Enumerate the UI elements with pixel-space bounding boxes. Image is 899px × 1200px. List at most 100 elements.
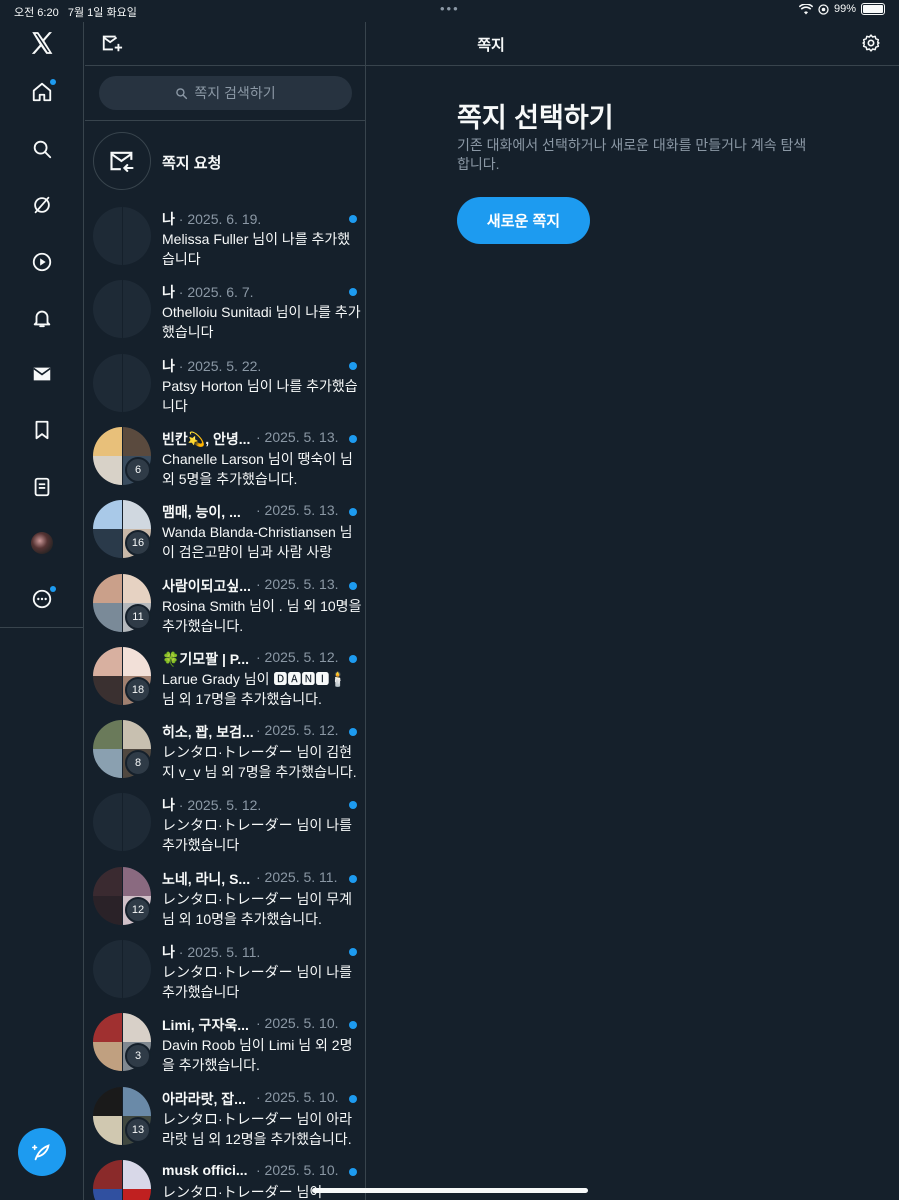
avatar bbox=[93, 940, 151, 998]
compose-button[interactable] bbox=[18, 1128, 66, 1176]
conversation-preview: Wanda Blanda-Christiansen 님이 검은고먐이 님과 사람… bbox=[162, 524, 353, 561]
search-icon[interactable] bbox=[26, 133, 58, 165]
grok-icon[interactable] bbox=[26, 189, 58, 221]
new-message-icon[interactable] bbox=[101, 32, 123, 59]
conversation-date: · 2025. 5. 22. bbox=[178, 357, 262, 374]
conversation-date: · 2025. 5. 12. bbox=[256, 722, 339, 739]
conversation-date: · 2025. 5. 13. bbox=[256, 575, 339, 592]
new-message-button[interactable]: 새로운 쪽지 bbox=[457, 197, 590, 244]
conversation-header: 아라라랏, 잡... bbox=[162, 1089, 254, 1109]
conversation-name: 사람이되고싶... bbox=[162, 577, 251, 594]
conversation-header: 히소, 꽙, 보검... bbox=[162, 722, 254, 742]
avatar bbox=[93, 353, 151, 412]
conversation-item[interactable]: · 2025. 5. 10. musk offici... レンタロ·トレーダー 님… bbox=[85, 1156, 365, 1200]
more-icon[interactable] bbox=[26, 583, 58, 615]
conversation-preview: Melissa Fuller 님이 나를 추가했습니다 bbox=[162, 231, 351, 267]
profile-avatar[interactable] bbox=[26, 527, 58, 559]
group-avatar bbox=[93, 1159, 151, 1200]
main-header: 쪽지 bbox=[366, 22, 899, 66]
search-input[interactable]: 쪽지 검색하기 bbox=[99, 76, 352, 110]
conversation-item[interactable]: 나 · 2025. 5. 11. レンタロ·トレーダー 님이 나를 추가했습니다 bbox=[85, 936, 365, 1009]
conversation-preview: Rosina Smith 님이 . 님 외 10명을 추가했습니다. bbox=[162, 597, 362, 634]
unread-dot bbox=[349, 801, 357, 810]
conversation-header: 나 · 2025. 6. 7. bbox=[162, 282, 342, 302]
avatar bbox=[93, 207, 151, 265]
conversation-item[interactable]: 18 · 2025. 5. 12. 🍀기모팔 | P... Larue Grady 님… bbox=[85, 643, 365, 716]
conversation-date: · 2025. 5. 11. bbox=[178, 944, 261, 960]
multitasking-dots[interactable]: ••• bbox=[440, 1, 460, 16]
conversation-item[interactable]: 6 · 2025. 5. 13. 빈칸💫, 안녕... Chanelle Larson… bbox=[85, 423, 365, 496]
list-icon[interactable] bbox=[26, 471, 58, 503]
conversation-item[interactable]: 11 · 2025. 5. 13. 사람이되고싶... Rosina Smith 님이… bbox=[85, 570, 365, 643]
x-logo-icon[interactable] bbox=[26, 27, 58, 59]
member-count-badge: 16 bbox=[125, 530, 151, 557]
conversation-preview: Chanelle Larson 님이 땡숙이 님 외 5명을 추가했습니다. bbox=[162, 450, 353, 487]
conversation-item[interactable]: 16 · 2025. 5. 13. 맴매, 능이, ... Wanda Blanda-… bbox=[85, 496, 365, 569]
conversation-header: 노네, 라니, S... bbox=[162, 869, 254, 889]
conversation-date: · 2025. 5. 10. bbox=[256, 1088, 339, 1105]
conversation-name: musk offici... bbox=[162, 1161, 248, 1178]
conversation-name: 나 bbox=[162, 284, 175, 301]
conversation-item[interactable]: 3 · 2025. 5. 10. Limi, 구자욱... Davin Roob 님이… bbox=[85, 1009, 365, 1082]
search-icon bbox=[176, 87, 188, 99]
avatar bbox=[93, 793, 151, 852]
unread-dot bbox=[349, 1094, 357, 1103]
unread-dot bbox=[349, 1167, 357, 1176]
play-icon[interactable] bbox=[26, 246, 58, 278]
home-indicator[interactable] bbox=[312, 1188, 588, 1193]
avatar bbox=[31, 532, 53, 554]
conversation-header: 맴매, 능이, ... bbox=[162, 502, 254, 522]
unread-dot bbox=[349, 1021, 357, 1030]
message-requests-item[interactable]: 쪽지 요청 bbox=[85, 128, 365, 192]
conversation-item[interactable]: 나 · 2025. 5. 12. レンタロ·トレーダー 님이 나를 추가했습니다 bbox=[85, 789, 365, 862]
status-bar: 오전 6:20 7월 1일 화요일 ••• 99% bbox=[0, 0, 899, 22]
conversation-date: · 2025. 5. 11. bbox=[256, 868, 338, 885]
conversation-name: 노네, 라니, S... bbox=[162, 870, 251, 887]
member-count-badge: 13 bbox=[125, 1116, 151, 1143]
conversation-preview: Davin Roob 님이 Limi 님 외 2명을 추가했습니다. bbox=[162, 1037, 353, 1074]
avatar bbox=[93, 280, 151, 339]
unread-dot bbox=[349, 654, 357, 663]
message-requests-icon bbox=[93, 132, 151, 190]
conversation-header: 나 · 2025. 6. 19. bbox=[162, 209, 342, 229]
conversation-item[interactable]: 나 · 2025. 6. 7. Othelloiu Sunitadi 님이 나를 … bbox=[85, 276, 365, 349]
conversation-header: 나 · 2025. 5. 22. bbox=[162, 356, 342, 376]
conversation-header: 빈칸💫, 안녕... bbox=[162, 429, 254, 449]
conversation-item[interactable]: 나 · 2025. 5. 22. Patsy Horton 님이 나를 추가했습니… bbox=[85, 350, 365, 423]
main-panel: 쪽지 쪽지 선택하기 기존 대화에서 선택하거나 새로운 대화를 만들거나 계속… bbox=[366, 22, 899, 1200]
member-count-badge: 11 bbox=[125, 603, 151, 630]
unread-dot bbox=[349, 728, 357, 737]
status-time: 오전 6:20 7월 1일 화요일 bbox=[14, 7, 137, 19]
nav-rail bbox=[0, 22, 84, 1200]
conversation-name: 🍀기모팔 | P... bbox=[162, 650, 249, 667]
bell-icon[interactable] bbox=[26, 302, 58, 334]
unread-dot bbox=[349, 215, 357, 223]
empty-state-title: 쪽지 선택하기 bbox=[457, 103, 614, 133]
conversation-name: 아라라랏, 잡... bbox=[162, 1090, 246, 1107]
location-icon bbox=[818, 3, 829, 15]
conversation-item[interactable]: 12 · 2025. 5. 11. 노네, 라니, S... レンタロ·トレーダー 님… bbox=[85, 863, 365, 936]
conversation-header: 사람이되고싶... bbox=[162, 576, 254, 596]
battery-percent: 99% bbox=[833, 3, 856, 15]
empty-state-subtitle: 기존 대화에서 선택하거나 새로운 대화를 만들거나 계속 탐색합니다. bbox=[457, 137, 807, 172]
conversation-date: · 2025. 5. 10. bbox=[256, 1015, 339, 1032]
unread-dot bbox=[349, 288, 357, 297]
conversation-item[interactable]: 13 · 2025. 5. 10. 아라라랏, 잡... レンタロ·トレーダー 님이 … bbox=[85, 1083, 365, 1156]
conversation-item[interactable]: 8 · 2025. 5. 12. 히소, 꽙, 보검... レンタロ·トレーダー 님이… bbox=[85, 716, 365, 789]
bookmark-icon[interactable] bbox=[26, 414, 58, 446]
envelope-icon[interactable] bbox=[26, 358, 58, 390]
conversation-preview: レンタロ·トレーダー 님이 아라라랏 님 외 12명을 추가했습니다. bbox=[162, 1110, 352, 1147]
member-count-badge: 6 bbox=[125, 456, 151, 483]
conversation-name: 나 bbox=[162, 211, 175, 227]
list-divider bbox=[85, 120, 365, 121]
conversation-preview: レンタロ·トレーダー 님이 무계 님 외 10명을 추가했습니다. bbox=[162, 890, 352, 927]
unread-dot bbox=[349, 361, 357, 370]
unread-dot bbox=[349, 874, 357, 883]
unread-dot bbox=[349, 948, 357, 956]
conversation-name: 나 bbox=[162, 797, 175, 814]
more-notification-dot bbox=[50, 586, 56, 592]
home-icon[interactable] bbox=[26, 76, 58, 108]
conversation-item[interactable]: 나 · 2025. 6. 19. Melissa Fuller 님이 나를 추가했… bbox=[85, 203, 365, 276]
gear-icon[interactable] bbox=[861, 33, 881, 58]
message-requests-label: 쪽지 요청 bbox=[162, 155, 222, 172]
